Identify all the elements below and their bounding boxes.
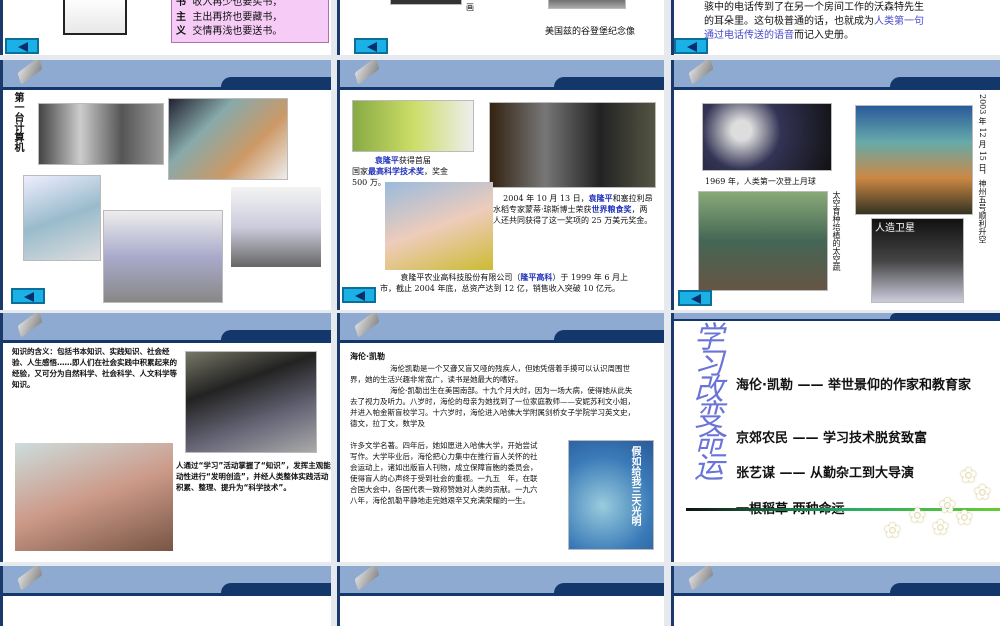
slide-thumbnail-gutenberg[interactable]: 画 美国兹的谷登堡纪念像 — [337, 0, 664, 55]
moon-landing-image — [702, 103, 832, 171]
company-caption: 袁隆平农业高科技股份有限公司（隆平高科）于 1999 年 6 月上市，截止 20… — [380, 272, 628, 293]
book-cover-image — [568, 440, 654, 550]
slide-thumbnail-next-2[interactable] — [337, 566, 664, 626]
eniac-image — [38, 103, 164, 165]
pda-image — [23, 175, 101, 261]
desktop-image — [231, 187, 321, 267]
space-vegetable-image — [698, 191, 828, 291]
slide-header — [340, 566, 664, 596]
students-computer-image — [168, 98, 288, 180]
rocket-launch-image — [855, 105, 973, 215]
slide-thumbnail-space[interactable]: 1969 年，人类第一次登上月球 太空育种培植的太空蔬 人造卫星 2003 年 … — [671, 60, 1000, 310]
knowledge-definition: 知识的含义：包括书本知识、实践知识、社会经验、人生感悟……即人们在社会实践中积累… — [12, 347, 177, 389]
painting-image — [390, 0, 462, 5]
slide-thumbnail-fate[interactable]: 学习改变命运 海伦·凯勒 —— 举世景仰的作家和教育家 京郊农民 —— 学习技术… — [671, 313, 1000, 562]
first-computer-title: 第一台计算机 — [12, 92, 23, 152]
back-button[interactable] — [354, 38, 388, 54]
slide-thumbnail-yuan-longping[interactable]: 袁隆平获得首届 国家最高科学技术奖，奖金 500 万。 2004 年 10 月 13… — [337, 60, 664, 310]
fate-vertical-title: 学习改变命运 — [688, 321, 723, 477]
book-icon — [354, 566, 380, 591]
award-caption-2: 2004 年 10 月 13 日，袁隆平和塞拉利昂水稻专家蒙蒂·琼斯博士荣获世界… — [493, 193, 653, 225]
book-icon — [688, 60, 714, 85]
slide-header — [340, 60, 664, 90]
book-icon — [354, 313, 380, 338]
fate-item: 京郊农民 —— 学习技术脱贫致富 — [736, 431, 928, 446]
slide-header — [674, 60, 1000, 90]
slide-thumbnail-helen-keller[interactable]: 海伦·凯勒 海伦凯勒是一个又聋又盲又哑的残疾人，但她凭借着手摸可以认识周围世界，… — [337, 313, 664, 562]
slide-header — [3, 60, 331, 90]
back-button[interactable] — [342, 287, 376, 303]
slide-header — [3, 313, 331, 343]
daisy-flowers-decoration: ✿ ✿ ✿ ✿ ✿ ✿ ✿ — [884, 463, 991, 542]
laptop-image — [103, 210, 223, 303]
slide-thumbnail-telephone[interactable]: 骇中的电话传到了在另一个房间工作的沃森特先生 的耳朵里。这句极普通的话，也就成为人… — [671, 0, 1000, 55]
painting-label: 画 — [466, 3, 474, 12]
book-icon — [17, 313, 43, 338]
learning-summary: 人通过“学习”活动掌握了“知识”，发挥主观能动性进行“发明创造”，并经人类整体实… — [176, 461, 331, 492]
principle-line: 主 主出再挤也要藏书， — [176, 11, 283, 23]
moon-caption: 1969 年，人类第一次登上月球 — [705, 177, 816, 186]
slide-thumbnail-next-3[interactable] — [671, 566, 1000, 626]
book-icon — [688, 566, 714, 591]
classroom-image — [15, 443, 173, 551]
shenzhou-caption: 2003 年 12 月 15 日，神州五号顺利升空 — [978, 94, 987, 244]
computer-lab-image — [185, 351, 317, 453]
slide-header — [674, 566, 1000, 596]
slide-header — [3, 566, 331, 596]
book-icon — [17, 60, 43, 85]
book-icon — [354, 60, 380, 85]
book-cover-title: 假如给我三天光明 — [629, 446, 640, 526]
slide-thumbnail-knowledge[interactable]: 知识的含义：包括书本知识、实践知识、社会经验、人生感悟……即人们在社会实践中积累… — [0, 313, 331, 562]
back-button[interactable] — [11, 288, 45, 304]
slide-thumbnail-book[interactable]: 书 收入再少也要买书， 主 主出再挤也要藏书， 义 交情再浅也要送书。 — [0, 0, 331, 55]
gutenberg-statue-image — [548, 0, 626, 9]
keller-title: 海伦·凯勒 — [350, 352, 386, 361]
reading-clipart — [63, 0, 127, 35]
keller-paragraph-3: 许多文学名著。四年后，她如愿进入哈佛大学，开始尝试写作。大学毕业后，海伦把心力集… — [350, 441, 538, 505]
back-button[interactable] — [674, 38, 708, 54]
slide-header — [674, 313, 1000, 321]
book-icon — [17, 566, 43, 591]
principle-line: 义 交情再浅也要送书。 — [176, 26, 283, 37]
yuan-portrait-image — [385, 182, 493, 270]
slide-header — [340, 313, 664, 343]
principle-line: 书 收入再少也要买书， — [176, 0, 283, 8]
keller-paragraph-1: 海伦凯勒是一个又聋又盲又哑的残疾人，但她凭借着手摸可以认识周围世界，她的生活兴趣… — [350, 364, 630, 384]
book-principles-box: 书 收入再少也要买书， 主 主出再挤也要藏书， 义 交情再浅也要送书。 — [171, 0, 329, 43]
space-vegetable-caption: 太空育种培植的太空蔬 — [832, 191, 841, 271]
slide-thumbnail-next-1[interactable] — [0, 566, 331, 626]
keller-paragraph-2: 海伦·凯勒出生在美国南部。十九个月大时，因为一场大病，使得她从此失去了视力及听力… — [350, 386, 635, 428]
rice-field-image — [352, 100, 474, 152]
satellite-label: 人造卫星 — [875, 223, 915, 234]
slide-thumbnail-computer[interactable]: 第一台计算机 — [0, 60, 331, 310]
back-button[interactable] — [5, 38, 39, 54]
statue-caption: 美国兹的谷登堡纪念像 — [545, 27, 636, 37]
back-button[interactable] — [678, 290, 712, 306]
telephone-text: 骇中的电话传到了在另一个房间工作的沃森特先生 的耳朵里。这句极普通的话，也就成为人… — [704, 2, 924, 41]
award-ceremony-image — [489, 102, 656, 188]
fate-item: 海伦·凯勒 —— 举世景仰的作家和教育家 — [736, 378, 971, 393]
